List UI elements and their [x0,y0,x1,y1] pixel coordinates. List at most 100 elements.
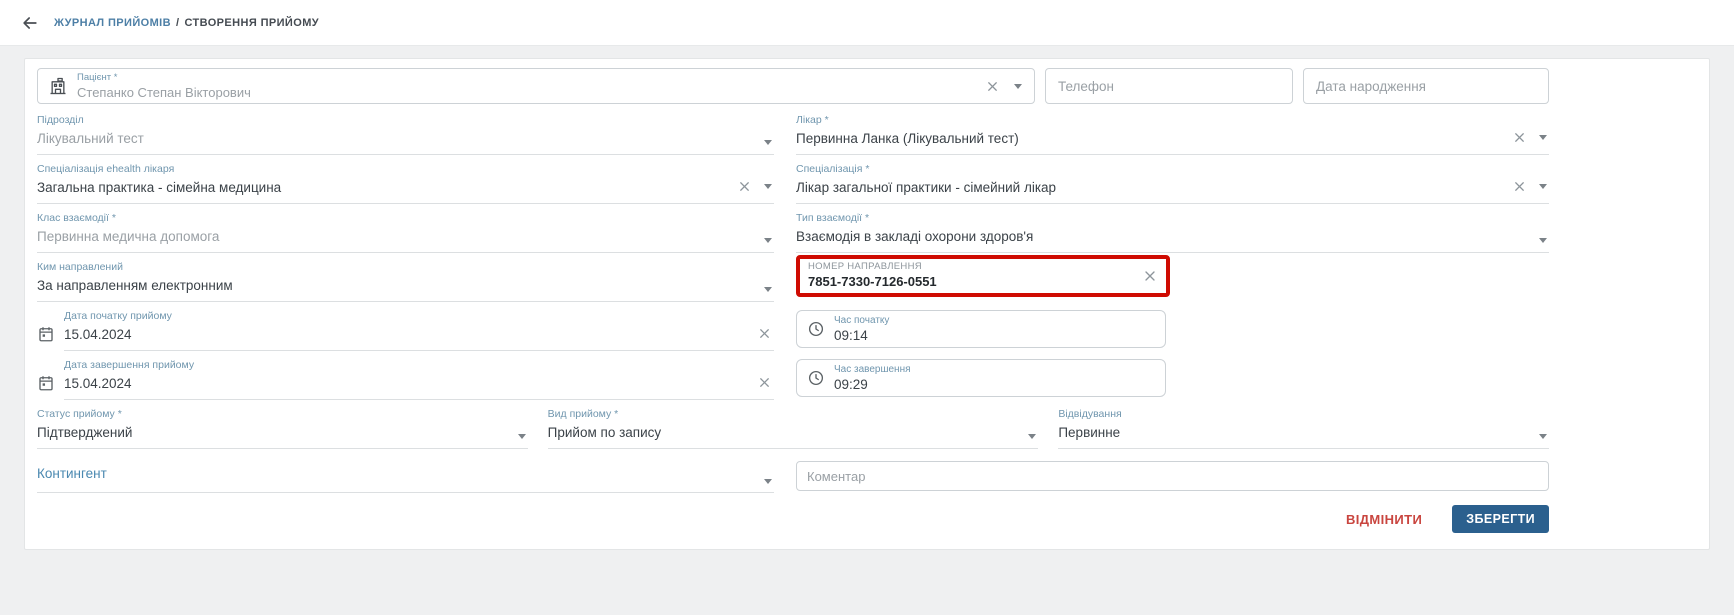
end-date-value: 15.04.2024 [64,375,774,392]
breadcrumb: ЖУРНАЛ ПРИЙОМІВ / СТВОРЕННЯ ПРИЙОМУ [54,17,319,29]
ehealth-specialization-select[interactable]: Спеціалізація ehealth лікаря Загальна пр… [37,163,774,204]
breadcrumb-current: СТВОРЕННЯ ПРИЙОМУ [184,17,319,29]
clear-icon[interactable] [985,79,1000,94]
clear-icon[interactable] [757,375,772,390]
patient-value: Степанко Степан Вікторович [77,86,251,99]
chevron-down-icon[interactable] [1539,434,1547,439]
birthdate-input[interactable] [1303,68,1549,104]
referred-by-value: За направленням електронним [37,277,774,294]
hospital-icon [48,76,68,96]
clock-icon [807,369,825,387]
calendar-icon[interactable] [37,325,55,343]
referred-by-select[interactable]: Ким направлений За направленням електрон… [37,261,774,302]
start-date-field[interactable]: Дата початку прийому 15.04.2024 [37,310,774,351]
interaction-class-label: Клас взаємодії * [37,212,774,225]
interaction-class-select[interactable]: Клас взаємодії * Первинна медична допомо… [37,212,774,253]
department-select[interactable]: Підрозділ Лікувальний тест [37,114,774,155]
specialization-select[interactable]: Спеціалізація * Лікар загальної практики… [796,163,1549,204]
clock-icon [807,320,825,338]
chevron-down-icon[interactable] [764,140,772,145]
cancel-button[interactable]: ВІДМІНИТИ [1346,512,1422,527]
start-time-field[interactable]: Час початку 09:14 [796,310,1166,348]
appointment-form: Пацієнт * Степанко Степан Вікторович Під… [37,68,1549,533]
status-value: Підтверджений [37,424,528,441]
chevron-down-icon[interactable] [1539,135,1547,140]
row-referral: Ким направлений За направленням електрон… [37,261,1549,302]
start-time-label: Час початку [834,316,889,326]
row-patient: Пацієнт * Степанко Степан Вікторович [37,68,1549,104]
row-start: Дата початку прийому 15.04.2024 Час поча… [37,310,1549,351]
attendance-value: Первинне [1058,424,1549,441]
interaction-type-value: Взаємодія в закладі охорони здоров'я [796,228,1549,245]
attendance-label: Відвідування [1058,408,1549,421]
calendar-icon[interactable] [37,374,55,392]
contingent-select[interactable]: Контингент [37,459,774,493]
patient-label: Пацієнт * [77,73,251,83]
save-button[interactable]: ЗБЕРЕГТИ [1452,505,1549,533]
interaction-class-value: Первинна медична допомога [37,228,774,245]
chevron-down-icon[interactable] [518,434,526,439]
row-status: Статус прийому * Підтверджений Вид прийо… [37,408,1549,449]
interaction-type-select[interactable]: Тип взаємодії * Взаємодія в закладі охор… [796,212,1549,253]
end-time-label: Час завершення [834,365,911,375]
clear-icon[interactable] [1512,130,1527,145]
annotation-highlight: НОМЕР НАПРАВЛЕННЯ 7851-7330-7126-0551 [796,255,1170,297]
end-time-value: 09:29 [834,378,911,392]
specialization-value: Лікар загальної практики - сімейний ліка… [796,179,1549,196]
top-bar: ЖУРНАЛ ПРИЙОМІВ / СТВОРЕННЯ ПРИЙОМУ [0,0,1734,46]
form-actions: ВІДМІНИТИ ЗБЕРЕГТИ [37,505,1549,533]
attendance-select[interactable]: Відвідування Первинне [1058,408,1549,449]
visit-type-value: Прийом по запису [548,424,1039,441]
doctor-value: Первинна Ланка (Лікувальний тест) [796,130,1549,147]
department-label: Підрозділ [37,114,774,127]
breadcrumb-link-journal[interactable]: ЖУРНАЛ ПРИЙОМІВ [54,17,171,29]
contingent-label: Контингент [37,466,774,481]
chevron-down-icon[interactable] [1539,238,1547,243]
referral-number-field[interactable]: НОМЕР НАПРАВЛЕННЯ 7851-7330-7126-0551 [808,261,1158,289]
referred-by-label: Ким направлений [37,261,774,274]
chevron-down-icon[interactable] [1028,434,1036,439]
chevron-down-icon[interactable] [764,287,772,292]
row-end: Дата завершення прийому 15.04.2024 Час з… [37,359,1549,400]
comment-input[interactable] [796,461,1549,491]
end-date-label: Дата завершення прийому [64,359,774,372]
row-interaction: Клас взаємодії * Первинна медична допомо… [37,212,1549,253]
doctor-select[interactable]: Лікар * Первинна Ланка (Лікувальний тест… [796,114,1549,155]
breadcrumb-separator: / [176,17,179,29]
department-value: Лікувальний тест [37,130,774,147]
ehealth-specialization-label: Спеціалізація ehealth лікаря [37,163,774,176]
start-date-label: Дата початку прийому [64,310,774,323]
appointment-form-card: Пацієнт * Степанко Степан Вікторович Під… [24,58,1710,550]
status-select[interactable]: Статус прийому * Підтверджений [37,408,528,449]
status-label: Статус прийому * [37,408,528,421]
start-time-value: 09:14 [834,329,889,343]
row-specializations: Спеціалізація ehealth лікаря Загальна пр… [37,163,1549,204]
start-date-value: 15.04.2024 [64,326,774,343]
referral-number-value: 7851-7330-7126-0551 [808,274,1158,289]
end-date-field[interactable]: Дата завершення прийому 15.04.2024 [37,359,774,400]
end-time-field[interactable]: Час завершення 09:29 [796,359,1166,397]
ehealth-specialization-value: Загальна практика - сімейна медицина [37,179,774,196]
chevron-down-icon[interactable] [1014,84,1022,89]
visit-type-label: Вид прийому * [548,408,1039,421]
specialization-label: Спеціалізація * [796,163,1549,176]
back-button[interactable] [16,9,44,37]
referral-number-label: НОМЕР НАПРАВЛЕННЯ [808,261,1158,272]
row-contingent-comment: Контингент [37,459,1549,493]
clear-icon[interactable] [1142,268,1158,284]
row-department-doctor: Підрозділ Лікувальний тест Лікар * Перви… [37,114,1549,155]
arrow-left-icon [20,13,40,33]
patient-field[interactable]: Пацієнт * Степанко Степан Вікторович [37,68,1035,104]
chevron-down-icon[interactable] [764,479,772,484]
interaction-type-label: Тип взаємодії * [796,212,1549,225]
visit-type-select[interactable]: Вид прийому * Прийом по запису [548,408,1039,449]
clear-icon[interactable] [1512,179,1527,194]
referral-number-column: НОМЕР НАПРАВЛЕННЯ 7851-7330-7126-0551 [796,261,1549,302]
clear-icon[interactable] [757,326,772,341]
chevron-down-icon[interactable] [1539,184,1547,189]
clear-icon[interactable] [737,179,752,194]
chevron-down-icon[interactable] [764,238,772,243]
chevron-down-icon[interactable] [764,184,772,189]
doctor-label: Лікар * [796,114,1549,127]
phone-input[interactable] [1045,68,1293,104]
